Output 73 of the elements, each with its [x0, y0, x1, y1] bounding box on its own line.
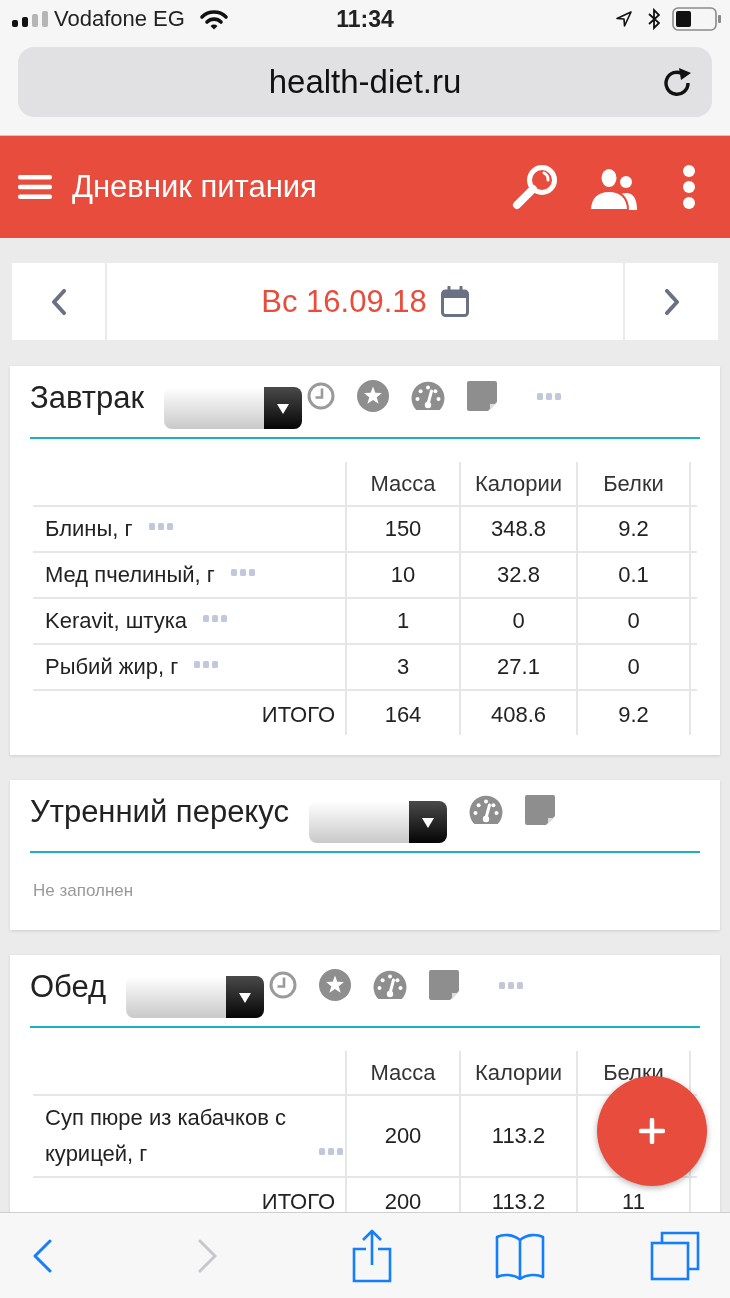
- note-icon[interactable]: [524, 795, 555, 825]
- plus-icon: [639, 1118, 665, 1144]
- ellipsis-icon[interactable]: [230, 569, 255, 576]
- wifi-icon: [198, 8, 229, 30]
- table-cell: 9.2: [577, 506, 690, 552]
- table-cell: 32.8: [460, 552, 577, 598]
- clock-icon[interactable]: [307, 382, 335, 410]
- table-cell: 1: [346, 598, 460, 644]
- caret-icon: [264, 387, 302, 429]
- menu-icon[interactable]: [18, 175, 52, 199]
- ellipsis-icon[interactable]: [194, 661, 219, 668]
- food-name: Суп пюре из кабачков с курицей, г: [45, 1104, 287, 1168]
- food-name: Мед пчелиный, г: [45, 561, 215, 589]
- battery-icon: [672, 7, 722, 31]
- table-cell: 27.1: [460, 644, 577, 690]
- clock-icon[interactable]: [269, 971, 298, 999]
- gauge-icon[interactable]: [373, 970, 408, 1000]
- url-text: health-diet.ru: [268, 63, 462, 101]
- table-cell: 348.8: [460, 506, 577, 552]
- bluetooth-icon: [648, 8, 660, 30]
- address-bar[interactable]: health-diet.ru: [18, 47, 712, 117]
- ellipsis-icon[interactable]: [499, 981, 524, 989]
- table-cell: 113.2: [460, 1095, 577, 1177]
- gauge-icon[interactable]: [411, 381, 445, 411]
- date-picker-button[interactable]: Вс 16.09.18: [107, 263, 623, 340]
- caret-icon: [226, 976, 265, 1018]
- table-cell: 0: [577, 644, 690, 690]
- ellipsis-icon[interactable]: [319, 1148, 343, 1155]
- calendar-icon: [440, 286, 469, 317]
- food-name: Блины, г: [45, 515, 133, 543]
- total-label: ИТОГО: [33, 690, 346, 735]
- column-header: Масса: [346, 1051, 460, 1095]
- ellipsis-icon[interactable]: [203, 615, 227, 622]
- table-cell: 150: [346, 506, 460, 552]
- book-icon[interactable]: [495, 1231, 545, 1280]
- note-icon[interactable]: [429, 970, 460, 1000]
- meal-title: Утренний перекус: [30, 794, 289, 830]
- table-cell: 200: [346, 1095, 460, 1177]
- food-name: Рыбий жир, г: [45, 653, 179, 681]
- table-cell: 10: [346, 552, 460, 598]
- meal-title: Обед: [30, 969, 107, 1005]
- app-title: Дневник питания: [72, 169, 317, 205]
- dropdown[interactable]: [126, 976, 265, 1018]
- dropdown[interactable]: [164, 387, 302, 429]
- table-cell: 0: [577, 598, 690, 644]
- food-name: Keravit, штука: [45, 607, 187, 635]
- empty-meal-text: Не заполнен: [32, 880, 135, 902]
- gauge-icon[interactable]: [468, 795, 503, 825]
- column-header: Масса: [346, 462, 460, 506]
- ellipsis-icon[interactable]: [537, 392, 561, 400]
- table-cell: 3: [346, 644, 460, 690]
- column-header: Калории: [460, 1051, 577, 1095]
- clock-time: 11:34: [336, 5, 395, 33]
- caret-icon: [408, 801, 447, 843]
- ellipsis-icon[interactable]: [148, 523, 173, 530]
- column-header: Калории: [460, 462, 577, 506]
- chevron-left-icon[interactable]: [32, 1238, 52, 1273]
- column-header: Белки: [577, 462, 690, 506]
- note-icon[interactable]: [467, 381, 497, 411]
- chevron-right-icon: [663, 288, 680, 315]
- more-icon[interactable]: [682, 165, 696, 209]
- reload-icon[interactable]: [663, 66, 693, 98]
- table-cell: 0: [460, 598, 577, 644]
- meal-title: Завтрак: [30, 380, 144, 416]
- chevron-left-icon: [50, 288, 67, 315]
- dropdown[interactable]: [308, 801, 447, 843]
- carrier-name: Vodafone EG: [54, 6, 185, 32]
- table-cell: 0.1: [577, 552, 690, 598]
- signal-icon: [12, 11, 48, 27]
- search-icon[interactable]: [511, 163, 559, 211]
- location-arrow-icon: [616, 11, 632, 27]
- share-icon[interactable]: [352, 1228, 392, 1283]
- overlapping-squares-icon[interactable]: [650, 1230, 700, 1281]
